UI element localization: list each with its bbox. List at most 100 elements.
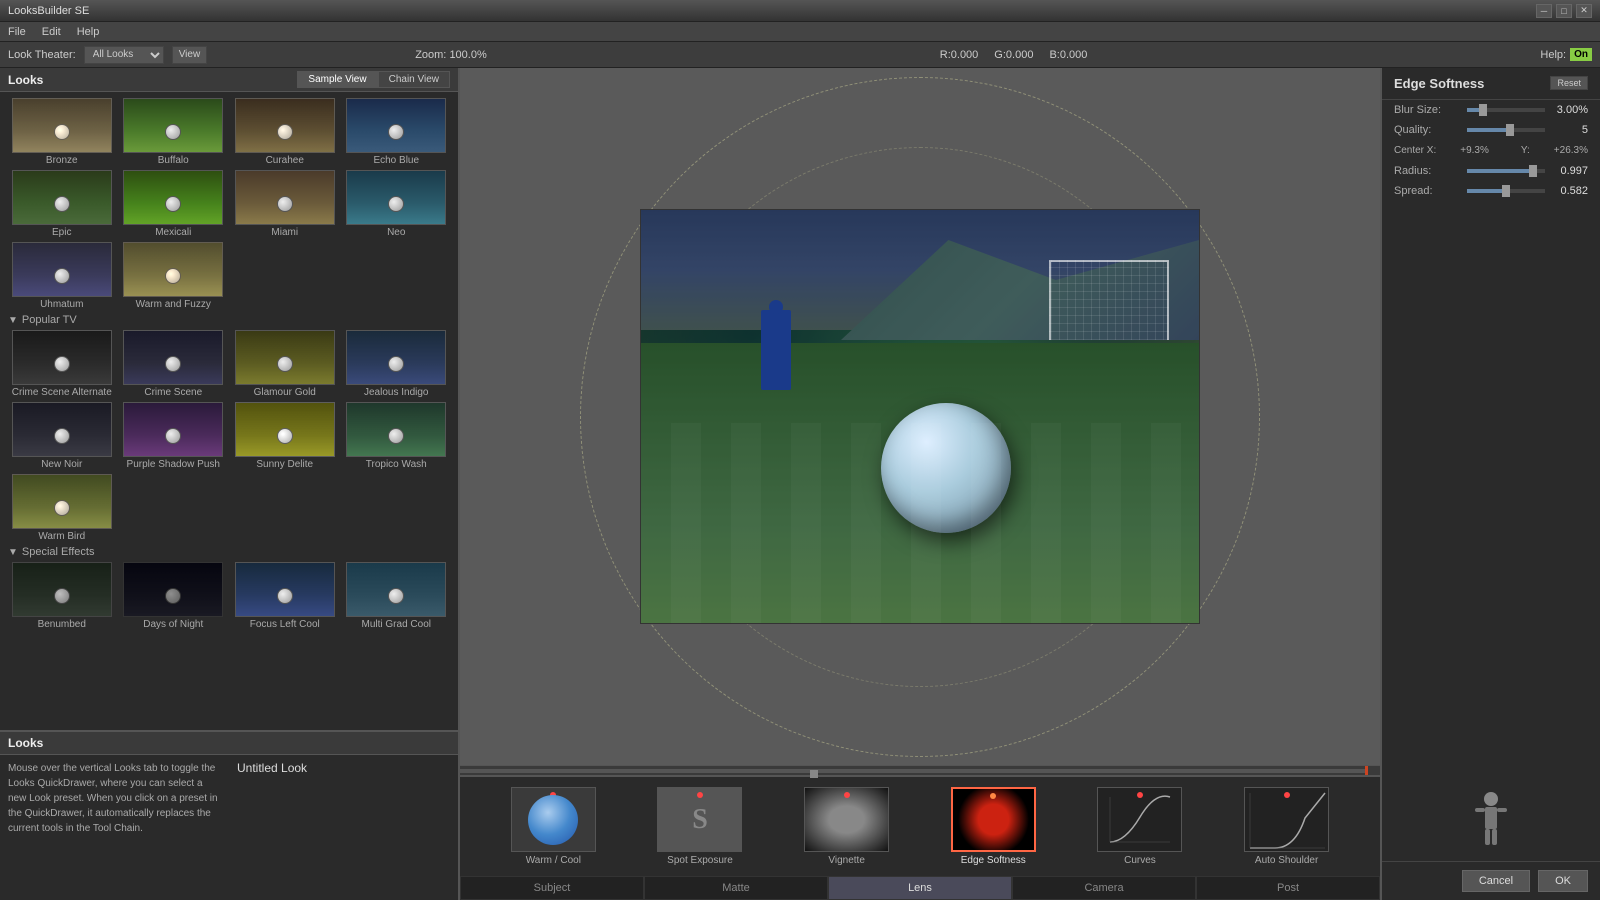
look-mexicali[interactable]: Mexicali	[120, 170, 228, 238]
spot-exposure-icon[interactable]: S	[657, 787, 742, 852]
tool-curves[interactable]: Curves	[1097, 787, 1182, 866]
tab-chain-view[interactable]: Chain View	[378, 71, 450, 88]
view-button[interactable]: View	[172, 46, 208, 64]
look-days[interactable]: Days of Night	[120, 562, 228, 630]
edge-softness-panel-title: Edge Softness Reset	[1382, 68, 1600, 100]
look-neo[interactable]: Neo	[343, 170, 451, 238]
look-jealous[interactable]: Jealous Indigo	[343, 330, 451, 398]
quality-thumb[interactable]	[1506, 124, 1514, 136]
radius-row: Radius: 0.997	[1382, 161, 1600, 181]
look-uhmatum[interactable]: Uhmatum	[8, 242, 116, 310]
current-look-name: Untitled Look	[229, 755, 458, 900]
looks-scroll-area[interactable]: Bronze Buffalo Curahee	[0, 92, 458, 730]
preview-image	[640, 209, 1200, 624]
popular-tv-header[interactable]: ▼ Popular TV	[4, 312, 454, 328]
maximize-button[interactable]: □	[1556, 4, 1572, 18]
tab-sample-view[interactable]: Sample View	[297, 71, 377, 88]
blur-size-row: Blur Size: 3.00%	[1382, 100, 1600, 120]
reset-button[interactable]: Reset	[1550, 76, 1588, 90]
tab-subject[interactable]: Subject	[460, 876, 644, 900]
look-tropico[interactable]: Tropico Wash	[343, 402, 451, 470]
special-effects-grid: Benumbed Days of Night Focus Left Cool	[4, 560, 454, 632]
looks-panel-title: Looks	[8, 73, 43, 87]
look-buffalo[interactable]: Buffalo	[120, 98, 228, 166]
tool-dot-shoulder	[1284, 792, 1290, 798]
slider-thumb[interactable]	[810, 770, 818, 778]
look-warmbird[interactable]: Warm Bird	[8, 474, 116, 542]
look-benumbed[interactable]: Benumbed	[8, 562, 116, 630]
rgb-display: R:0.000 G:0.000 B:0.000	[940, 49, 1088, 61]
look-epic[interactable]: Epic	[8, 170, 116, 238]
tool-edge-softness[interactable]: Edge Softness	[951, 787, 1036, 866]
tool-warm-cool[interactable]: Warm / Cool	[511, 787, 596, 866]
special-effects-header[interactable]: ▼ Special Effects	[4, 544, 454, 560]
human-figure-icon	[1471, 791, 1511, 851]
help-display: Help: On	[1540, 48, 1592, 61]
tool-spot-exposure[interactable]: S Spot Exposure	[657, 787, 742, 866]
tool-auto-shoulder[interactable]: Auto Shoulder	[1244, 787, 1329, 866]
quality-slider[interactable]	[1467, 128, 1545, 132]
blur-size-fill	[1467, 108, 1479, 112]
center-x-value: +9.3%	[1460, 145, 1489, 156]
look-crime[interactable]: Crime Scene	[120, 330, 228, 398]
curves-icon[interactable]	[1097, 787, 1182, 852]
look-miami[interactable]: Miami	[231, 170, 339, 238]
blur-size-label: Blur Size:	[1394, 104, 1459, 116]
edge-softness-label: Edge Softness	[961, 855, 1026, 866]
look-multigrad[interactable]: Multi Grad Cool	[343, 562, 451, 630]
right-spacer	[1382, 201, 1600, 781]
tab-camera[interactable]: Camera	[1012, 876, 1196, 900]
look-warm-fuzzy[interactable]: Warm and Fuzzy	[120, 242, 228, 310]
spread-thumb[interactable]	[1502, 185, 1510, 197]
menu-file[interactable]: File	[8, 26, 26, 38]
help-status: On	[1570, 48, 1592, 61]
popular-tv-grid: Crime Scene Alternate Crime Scene Glamou…	[4, 328, 454, 544]
canvas-area[interactable]	[460, 68, 1380, 765]
vignette-icon[interactable]	[804, 787, 889, 852]
spread-label: Spread:	[1394, 185, 1459, 197]
tool-vignette[interactable]: Vignette	[804, 787, 889, 866]
look-curahee[interactable]: Curahee	[231, 98, 339, 166]
look-bronze[interactable]: Bronze	[8, 98, 116, 166]
look-theater-label: Look Theater:	[8, 49, 76, 61]
radius-thumb[interactable]	[1529, 165, 1537, 177]
zoom-value: 100.0%	[449, 49, 486, 61]
ok-button[interactable]: OK	[1538, 870, 1588, 892]
edge-softness-icon[interactable]	[951, 787, 1036, 852]
center-panel: Warm / Cool S Spot Exposure V	[460, 68, 1380, 900]
warm-cool-icon[interactable]	[511, 787, 596, 852]
all-looks-select[interactable]: All Looks	[84, 46, 164, 64]
tab-lens[interactable]: Lens	[828, 876, 1012, 900]
look-sunny[interactable]: Sunny Delite	[231, 402, 339, 470]
blur-size-slider[interactable]	[1467, 108, 1545, 112]
tab-matte[interactable]: Matte	[644, 876, 828, 900]
look-echo-blue[interactable]: Echo Blue	[343, 98, 451, 166]
minimize-button[interactable]: ─	[1536, 4, 1552, 18]
canvas-slider[interactable]	[460, 765, 1380, 775]
auto-shoulder-icon[interactable]	[1244, 787, 1329, 852]
look-crime-alt[interactable]: Crime Scene Alternate	[8, 330, 116, 398]
center-y-label: Y:	[1521, 145, 1530, 156]
left-panel: Looks Sample View Chain View Bronze	[0, 68, 460, 900]
menu-edit[interactable]: Edit	[42, 26, 61, 38]
looks-info-title-label: Looks	[8, 736, 43, 750]
tab-post[interactable]: Post	[1196, 876, 1380, 900]
goal-net	[1049, 260, 1169, 340]
close-button[interactable]: ✕	[1576, 4, 1592, 18]
blur-size-thumb[interactable]	[1479, 104, 1487, 116]
look-focus[interactable]: Focus Left Cool	[231, 562, 339, 630]
look-purple[interactable]: Purple Shadow Push	[120, 402, 228, 470]
cancel-button[interactable]: Cancel	[1462, 870, 1530, 892]
toolchain-slots: Warm / Cool S Spot Exposure V	[460, 777, 1380, 876]
radius-slider[interactable]	[1467, 169, 1545, 173]
look-glamour[interactable]: Glamour Gold	[231, 330, 339, 398]
menu-help[interactable]: Help	[77, 26, 100, 38]
radius-label: Radius:	[1394, 165, 1459, 177]
looks-info-panel: Looks Mouse over the vertical Looks tab …	[0, 730, 458, 900]
warm-cool-label: Warm / Cool	[526, 855, 581, 866]
spread-slider[interactable]	[1467, 189, 1545, 193]
special-effects-label: Special Effects	[22, 546, 95, 558]
slider-track	[460, 769, 1365, 773]
menu-bar: File Edit Help	[0, 22, 1600, 42]
look-newnoir[interactable]: New Noir	[8, 402, 116, 470]
